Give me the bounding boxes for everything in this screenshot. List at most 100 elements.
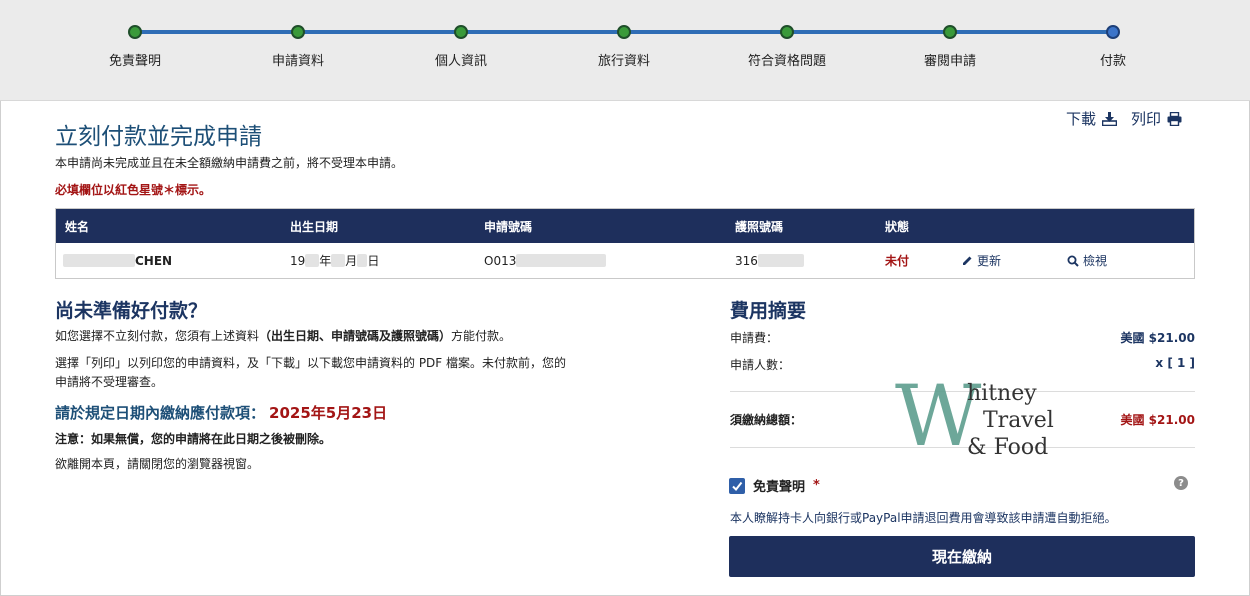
- birth-date-cell: 19 年 月 日: [290, 243, 379, 278]
- fee-summary-title: 費用摘要: [730, 300, 807, 322]
- birth-prefix: 19: [290, 253, 306, 268]
- step-label: 免責聲明: [108, 54, 161, 69]
- fee-value: 美國 $21.00: [1120, 331, 1196, 345]
- fee-row-applicants: 申請人數： x [ 1 ]: [730, 356, 1195, 373]
- progress-bar: 免責聲明 申請資料 個人資訊 旅行資料 符合資格問題 審閱申請 付款: [0, 0, 1250, 101]
- deadline-date: 2025年5月23日: [269, 404, 388, 422]
- view-link[interactable]: 檢視: [1067, 252, 1107, 269]
- deletion-note: 注意：如果無償，您的申請將在此日期之後被刪除。: [55, 432, 332, 446]
- step-dot: [943, 25, 957, 39]
- step-personal-info: 個人資訊: [381, 25, 541, 69]
- step-eligibility: 符合資格問題: [707, 25, 867, 69]
- step-label: 申請資料: [271, 54, 324, 69]
- p1-bold: （出生日期、申請號碼及護照號碼）: [259, 329, 452, 343]
- download-label: 下載: [1065, 110, 1096, 128]
- step-disclaimer: 免責聲明: [55, 25, 215, 69]
- p1-pre: 如您選擇不立刻付款，您須有上述資料: [55, 329, 260, 343]
- application-table: 姓名 出生日期 申請號碼 護照號碼 狀態 CHEN 19 年 月 日 O013 …: [55, 208, 1195, 279]
- table-row: CHEN 19 年 月 日 O013 316 未付 更新 檢視: [56, 243, 1194, 278]
- pay-now-button[interactable]: 現在繳納: [729, 536, 1195, 577]
- not-ready-paragraph-1: 如您選擇不立刻付款，您須有上述資料（出生日期、申請號碼及護照號碼）方能付款。: [55, 327, 511, 346]
- step-dot-current: [1106, 25, 1120, 39]
- step-label: 審閱申請: [923, 54, 976, 69]
- print-icon: [1167, 111, 1182, 126]
- logo-line-2: Travel: [983, 408, 1054, 433]
- disclaimer-label: 免責聲明: [753, 480, 806, 495]
- deadline-label: 請於規定日期內繳納應付款項：: [55, 404, 266, 422]
- update-label: 更新: [977, 254, 1002, 268]
- p2-line-2: 申請將不受理審查。: [55, 375, 164, 389]
- step-dot: [780, 25, 794, 39]
- redacted-block: [63, 254, 135, 267]
- birth-year: 年: [319, 254, 332, 268]
- not-ready-paragraph-2: 選擇「列印」以列印您的申請資料，及「下載」以下載您申請資料的 PDF 檔案。未付…: [55, 354, 566, 392]
- required-note: 必填欄位以紅色星號＊標示。: [55, 183, 212, 197]
- chargeback-agreement: 本人瞭解持卡人向銀行或PayPal申請退回費用會導致該申請遭自動拒絕。: [730, 511, 1117, 525]
- print-label: 列印: [1130, 110, 1161, 128]
- p2-line-1: 選擇「列印」以列印您的申請資料，及「下載」以下載您申請資料的 PDF 檔案。未付…: [55, 356, 567, 370]
- header-application-number: 申請號碼: [484, 219, 533, 234]
- step-label: 付款: [1099, 54, 1126, 69]
- table-header: 姓名 出生日期 申請號碼 護照號碼 狀態: [56, 209, 1194, 243]
- download-link[interactable]: 下載: [1066, 108, 1117, 129]
- step-label: 旅行資料: [597, 54, 650, 69]
- step-dot: [128, 25, 142, 39]
- passport-number: 316: [735, 253, 758, 268]
- fee-row-application: 申請費： 美國 $21.00: [730, 329, 1195, 346]
- not-ready-title: 尚未準備好付款？: [55, 300, 208, 322]
- total-value: 美國 $21.00: [1120, 413, 1196, 427]
- watermark-logo: W hitney Travel & Food: [895, 375, 1054, 460]
- update-link[interactable]: 更新: [962, 252, 1001, 269]
- checkmark-icon: [732, 481, 743, 491]
- payment-deadline: 請於規定日期內繳納應付款項： 2025年5月23日: [55, 402, 387, 423]
- view-label: 檢視: [1083, 254, 1108, 268]
- search-icon: [1067, 255, 1079, 267]
- pencil-icon: [963, 256, 972, 265]
- application-number: O013: [484, 253, 517, 268]
- redacted-block: [357, 254, 368, 267]
- header-birth-date: 出生日期: [290, 219, 339, 234]
- view-link-cell: 檢視: [1067, 243, 1107, 278]
- leave-page-text: 欲離開本頁，請關閉您的瀏覽器視窗。: [55, 457, 260, 471]
- birth-day: 日: [367, 254, 380, 268]
- fee-label: 申請費：: [730, 331, 779, 345]
- birth-month: 月: [345, 254, 358, 268]
- total-label: 須繳納總額：: [730, 413, 803, 427]
- p1-post: 方能付款。: [451, 329, 512, 343]
- help-icon[interactable]: ?: [1174, 476, 1188, 490]
- step-review: 審閱申請: [870, 25, 1030, 69]
- toolbar: 下載 列印: [1066, 108, 1182, 129]
- surname: CHEN: [135, 253, 173, 268]
- redacted-block: [305, 254, 320, 267]
- page-title: 立刻付款並完成申請: [55, 124, 262, 150]
- applicant-count-label: 申請人數：: [730, 358, 791, 372]
- logo-line-1: hitney: [967, 381, 1037, 406]
- step-dot: [454, 25, 468, 39]
- redacted-block: [331, 254, 346, 267]
- required-asterisk: *: [813, 478, 820, 493]
- intro-text: 本申請尚未完成並且在未全額繳納申請費之前，將不受理本申請。: [55, 156, 404, 170]
- redacted-block: [757, 254, 804, 267]
- step-dot: [617, 25, 631, 39]
- applicant-count-value: x [ 1 ]: [1155, 356, 1195, 370]
- download-icon: [1101, 111, 1117, 126]
- step-label: 個人資訊: [434, 54, 487, 69]
- disclaimer-checkbox[interactable]: [729, 477, 745, 494]
- disclaimer-checkbox-row[interactable]: 免責聲明 *: [729, 476, 820, 495]
- application-number-cell: O013: [484, 243, 607, 278]
- step-application-data: 申請資料: [218, 25, 378, 69]
- header-status: 狀態: [885, 219, 910, 234]
- step-dot: [291, 25, 305, 39]
- logo-line-3: & Food: [967, 435, 1048, 460]
- step-travel-info: 旅行資料: [544, 25, 704, 69]
- step-payment: 付款: [1033, 25, 1193, 69]
- status-badge: 未付: [885, 254, 910, 268]
- passport-number-cell: 316: [735, 243, 804, 278]
- redacted-block: [516, 254, 607, 267]
- header-name: 姓名: [65, 219, 90, 234]
- print-link[interactable]: 列印: [1131, 108, 1182, 129]
- step-label: 符合資格問題: [747, 54, 826, 69]
- name-cell: CHEN: [63, 243, 172, 278]
- update-link-cell: 更新: [962, 243, 1001, 278]
- header-passport-number: 護照號碼: [735, 219, 784, 234]
